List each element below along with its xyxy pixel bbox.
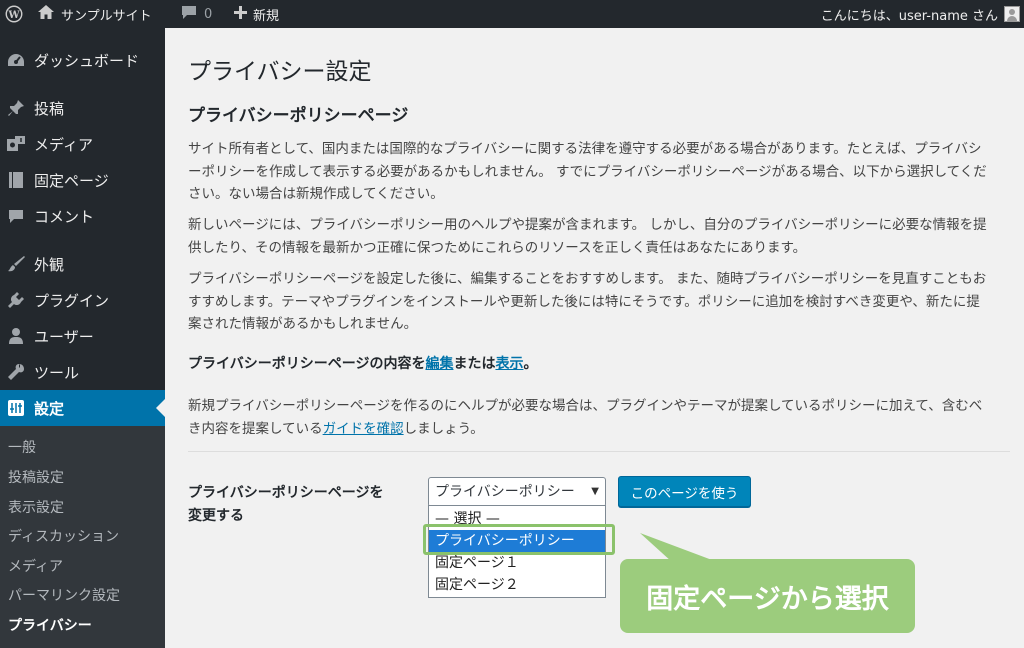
callout-pointer xyxy=(640,533,712,562)
callout-annotation: 固定ページから選択 xyxy=(620,559,915,633)
